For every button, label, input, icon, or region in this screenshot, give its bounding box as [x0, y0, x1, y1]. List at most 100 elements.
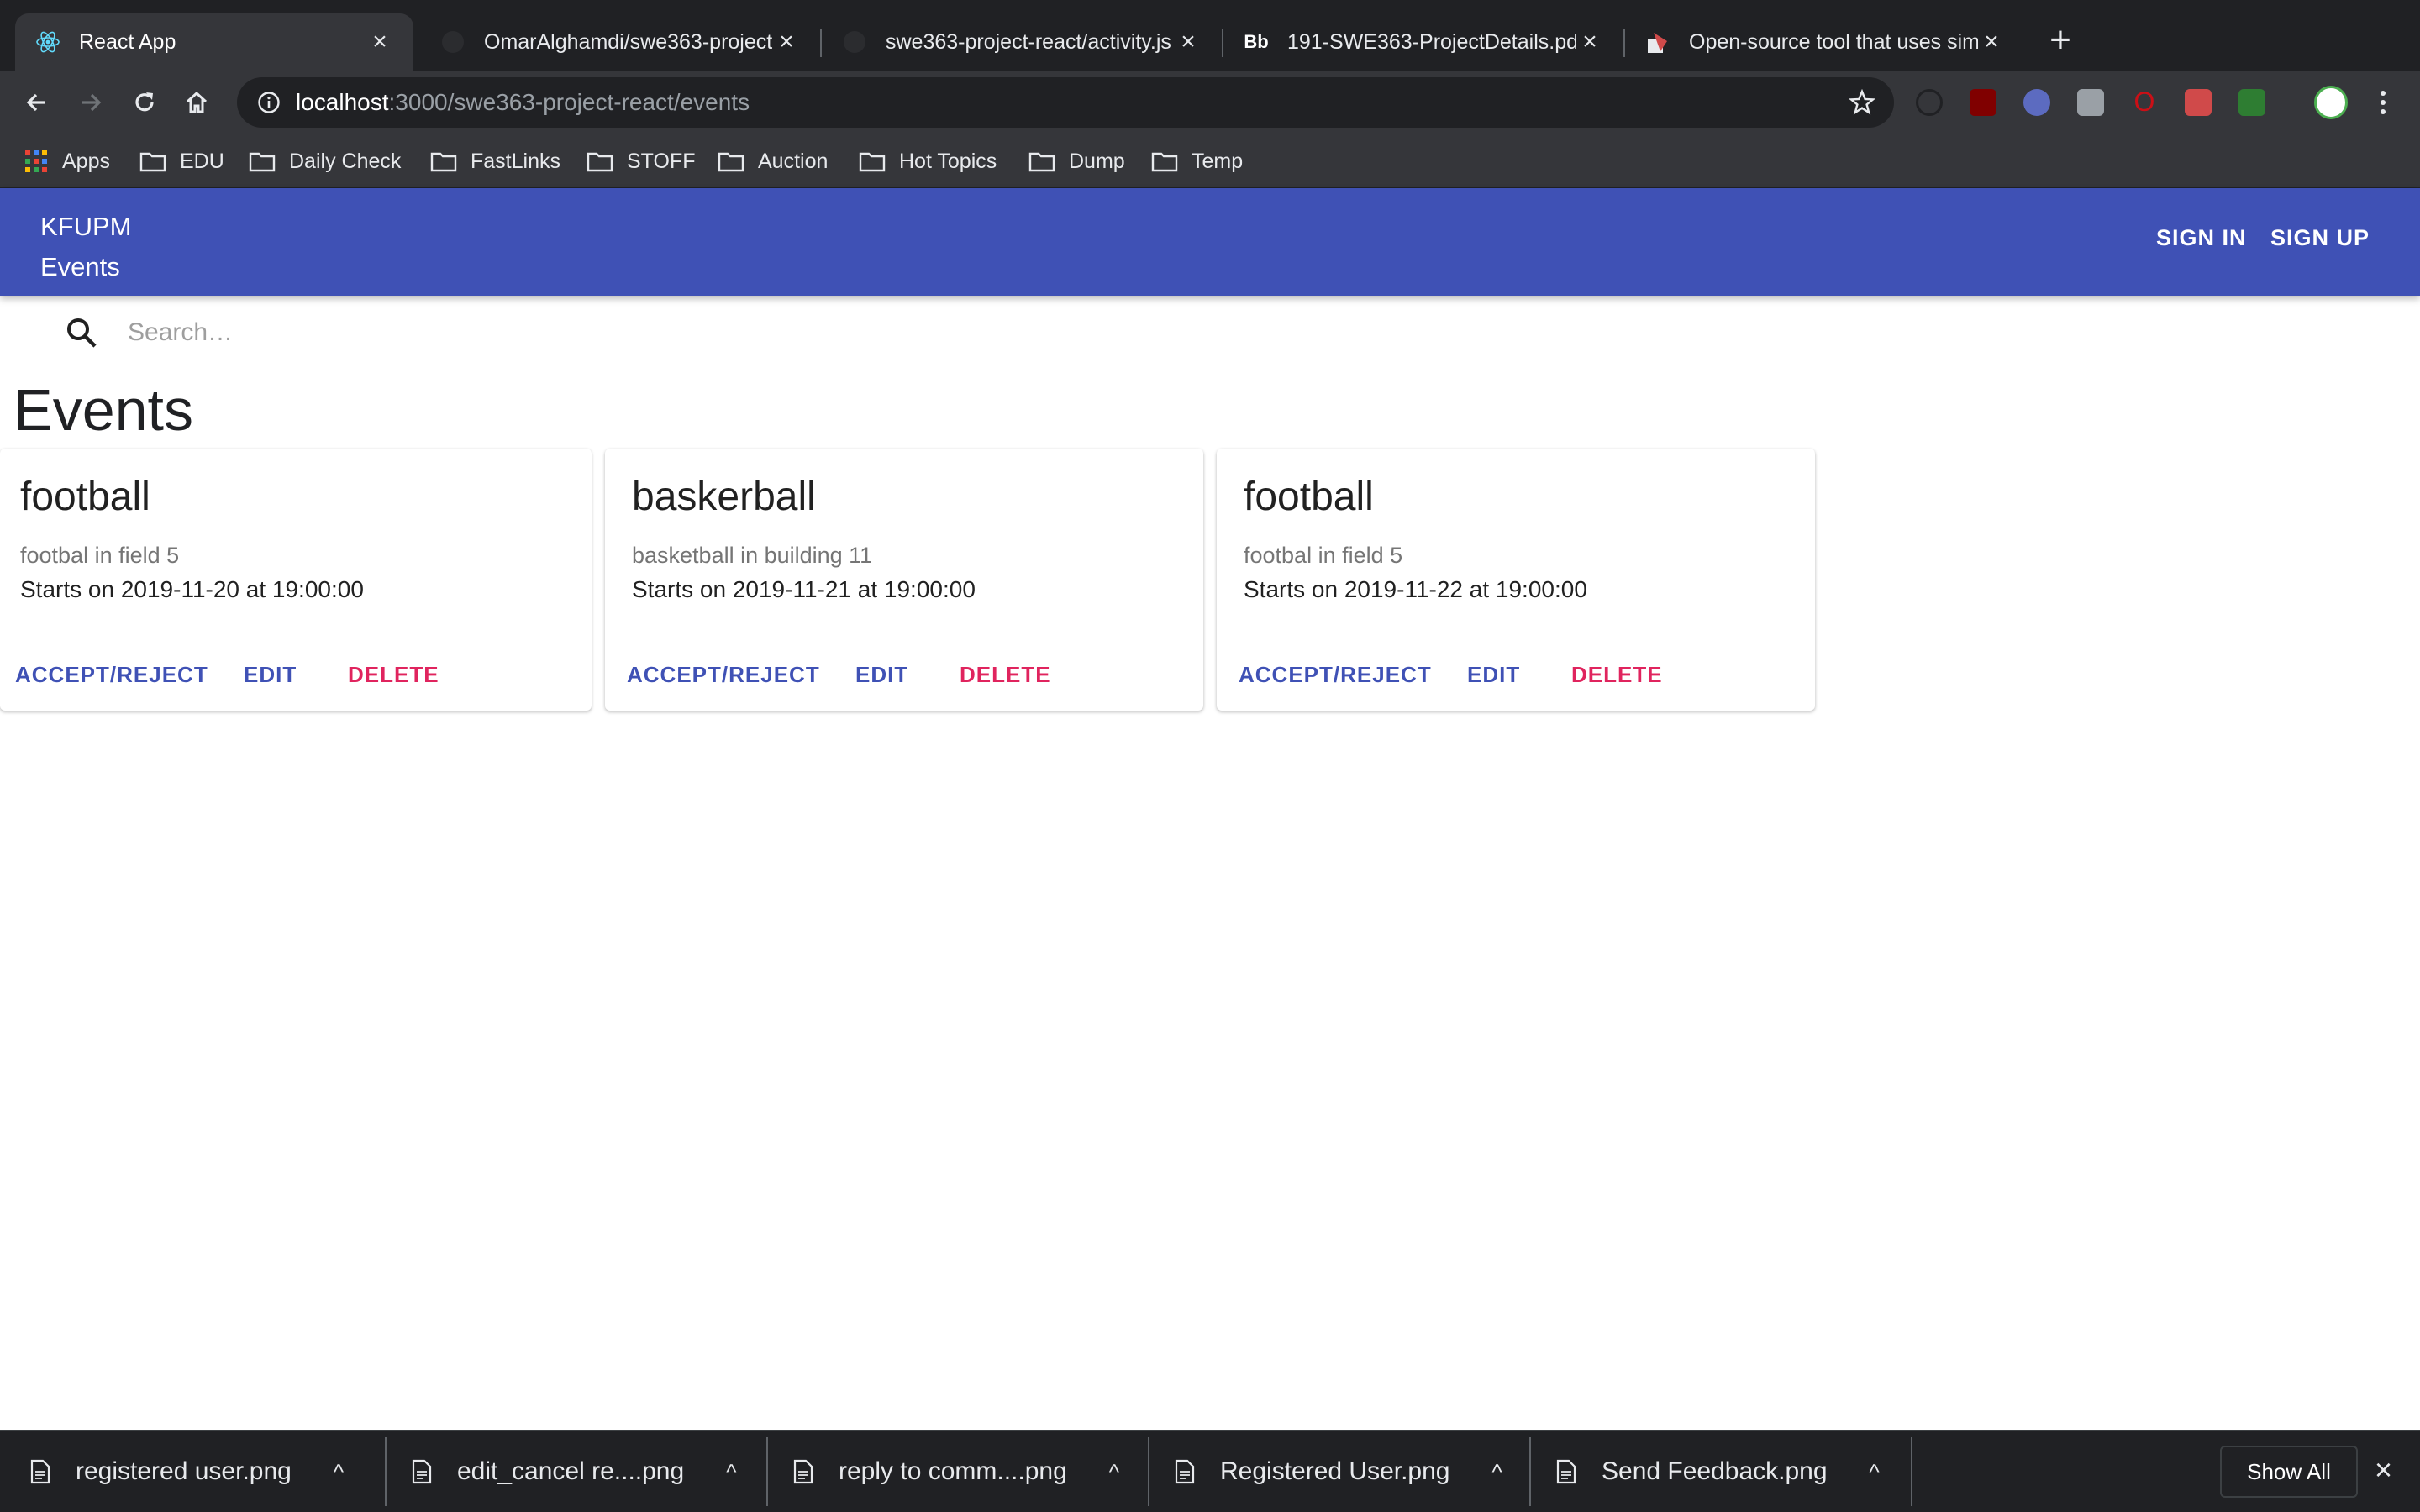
sign-up-button[interactable]: SIGN UP: [2270, 225, 2370, 251]
tab-github-activity[interactable]: swe363-project-react/activity.js ×: [822, 13, 1222, 71]
download-filename: Registered User.png: [1220, 1457, 1450, 1485]
home-button[interactable]: [176, 82, 217, 123]
download-filename: edit_cancel re....png: [457, 1457, 685, 1485]
brand-line-1: KFUPM: [40, 212, 132, 241]
bookmark-folder-auction[interactable]: Auction: [718, 144, 828, 178]
chevron-up-icon[interactable]: ^: [334, 1459, 344, 1485]
close-tab-icon[interactable]: ×: [1576, 28, 1603, 55]
github-icon: [842, 29, 867, 55]
brand-line-2: Events: [40, 252, 120, 281]
apps-grid-icon: [25, 150, 47, 172]
search-input[interactable]: [128, 318, 632, 347]
extension-icon[interactable]: [2185, 89, 2212, 116]
file-icon: [793, 1459, 813, 1484]
edit-button[interactable]: EDIT: [1467, 662, 1520, 688]
folder-icon: [139, 152, 166, 172]
download-filename: Send Feedback.png: [1602, 1457, 1828, 1485]
bookmark-folder-fastlinks[interactable]: FastLinks: [430, 144, 560, 178]
accept-reject-button[interactable]: ACCEPT/REJECT: [627, 662, 820, 688]
reload-icon: [135, 92, 154, 112]
event-description: footbal in field 5: [20, 543, 180, 568]
tab-project-details-pdf[interactable]: Bb 191-SWE363-ProjectDetails.pdf ×: [1223, 13, 1623, 71]
opera-extension-icon[interactable]: O: [2131, 88, 2158, 116]
delete-button[interactable]: DELETE: [960, 662, 1051, 688]
bookmark-folder-dump[interactable]: Dump: [1028, 144, 1125, 178]
profile-avatar[interactable]: [2314, 86, 2348, 119]
address-bar[interactable]: localhost:3000/swe363-project-react/even…: [237, 77, 1894, 128]
event-start-time: Starts on 2019-11-21 at 19:00:00: [632, 576, 976, 602]
ublock-extension-icon[interactable]: [1970, 89, 1996, 116]
browser-menu-button[interactable]: [2363, 82, 2403, 123]
extension-icon[interactable]: [2023, 89, 2050, 116]
forward-arrow-icon: [82, 93, 102, 112]
show-all-downloads-button[interactable]: Show All: [2220, 1446, 2358, 1498]
extension-icon[interactable]: [2077, 89, 2104, 116]
folder-icon: [249, 152, 276, 172]
file-icon: [1175, 1459, 1195, 1484]
download-item[interactable]: Registered User.png ^: [1144, 1431, 1526, 1512]
accept-reject-button[interactable]: ACCEPT/REJECT: [1239, 662, 1432, 688]
download-item[interactable]: Send Feedback.png ^: [1526, 1431, 1907, 1512]
page-title: Events: [13, 377, 193, 443]
edit-button[interactable]: EDIT: [855, 662, 908, 688]
file-icon: [412, 1459, 432, 1484]
close-tab-icon[interactable]: ×: [773, 28, 800, 55]
bookmark-star-icon[interactable]: [1849, 89, 1876, 116]
browser-toolbar: localhost:3000/swe363-project-react/even…: [0, 71, 2420, 134]
delete-button[interactable]: DELETE: [1571, 662, 1663, 688]
bookmark-folder-stoff[interactable]: STOFF: [587, 144, 695, 178]
edit-button[interactable]: EDIT: [244, 662, 297, 688]
bookmark-label: EDU: [180, 149, 224, 173]
bookmark-folder-edu[interactable]: EDU: [139, 144, 224, 178]
event-description: basketball in building 11: [632, 543, 873, 568]
blackboard-icon: Bb: [1244, 31, 1269, 52]
accept-reject-button[interactable]: ACCEPT/REJECT: [15, 662, 208, 688]
event-start-time: Starts on 2019-11-22 at 19:00:00: [1244, 576, 1587, 602]
bookmark-label: Apps: [62, 149, 110, 173]
download-filename: reply to comm....png: [839, 1457, 1067, 1485]
mail-extension-icon[interactable]: [2238, 89, 2265, 116]
delete-button[interactable]: DELETE: [348, 662, 439, 688]
new-tab-button[interactable]: +: [2042, 22, 2079, 60]
event-name: football: [20, 475, 150, 519]
close-tab-icon[interactable]: ×: [1175, 28, 1202, 55]
back-button[interactable]: [17, 82, 57, 123]
reload-button[interactable]: [124, 82, 165, 123]
chevron-up-icon[interactable]: ^: [1109, 1459, 1119, 1485]
event-name: baskerball: [632, 475, 816, 519]
download-item[interactable]: reply to comm....png ^: [763, 1431, 1144, 1512]
bookmark-apps[interactable]: Apps: [25, 144, 110, 178]
folder-icon: [587, 152, 613, 172]
download-item[interactable]: registered user.png ^: [0, 1431, 381, 1512]
bookmark-label: FastLinks: [471, 149, 560, 173]
chevron-up-icon[interactable]: ^: [1870, 1459, 1880, 1485]
chevron-up-icon[interactable]: ^: [1492, 1459, 1502, 1485]
github-icon: [440, 29, 466, 55]
chevron-up-icon[interactable]: ^: [726, 1459, 736, 1485]
folder-icon: [430, 152, 457, 172]
bookmarks-bar: Apps EDU Daily Check FastLinks STOFF Auc…: [0, 134, 2420, 188]
history-extension-icon[interactable]: [1916, 89, 1943, 116]
close-tab-icon[interactable]: ×: [1978, 28, 2005, 55]
bookmark-folder-temp[interactable]: Temp: [1151, 144, 1243, 178]
tab-title: swe363-project-react/activity.js: [886, 29, 1171, 54]
bookmark-label: Temp: [1192, 149, 1244, 173]
brand-title[interactable]: KFUPM Events: [40, 207, 132, 287]
close-icon[interactable]: ×: [2375, 1452, 2392, 1488]
tab-github-repo[interactable]: OmarAlghamdi/swe363-project-react ×: [420, 13, 820, 71]
react-icon: [35, 29, 60, 55]
event-card: football footbal in field 5 Starts on 20…: [0, 449, 592, 711]
bookmark-folder-hot-topics[interactable]: Hot Topics: [859, 144, 997, 178]
tab-open-source-tool[interactable]: Open-source tool that uses simple ×: [1625, 13, 2025, 71]
folder-icon: [718, 152, 744, 172]
event-card: football footbal in field 5 Starts on 20…: [1217, 449, 1815, 711]
tab-title: Open-source tool that uses simple: [1689, 29, 1978, 54]
bookmark-label: Daily Check: [289, 149, 402, 173]
bookmark-folder-daily-check[interactable]: Daily Check: [249, 144, 401, 178]
download-item[interactable]: edit_cancel re....png ^: [381, 1431, 763, 1512]
tab-react-app[interactable]: React App ×: [15, 13, 413, 71]
bookmark-label: Auction: [758, 149, 829, 173]
sign-in-button[interactable]: SIGN IN: [2156, 225, 2247, 251]
forward-button[interactable]: [71, 82, 111, 123]
close-tab-icon[interactable]: ×: [366, 28, 393, 55]
